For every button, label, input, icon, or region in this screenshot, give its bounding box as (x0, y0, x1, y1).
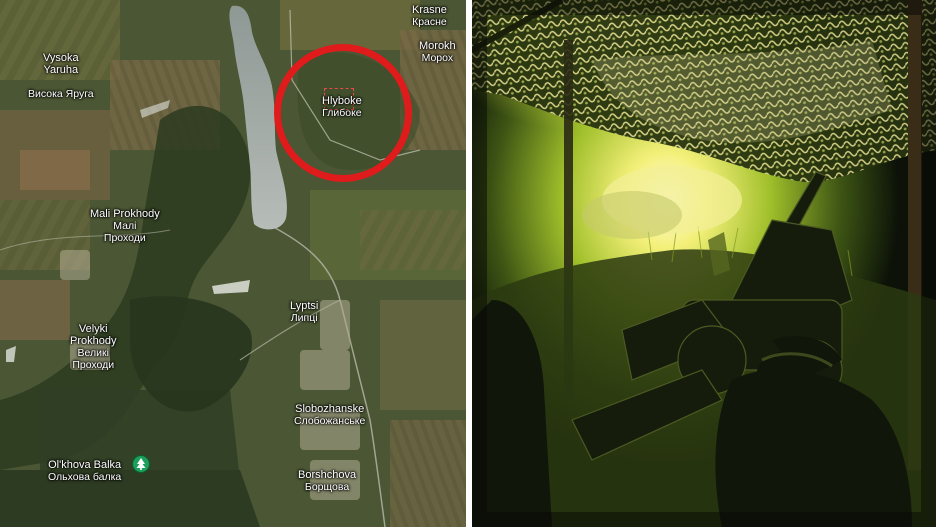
place-label-cyrillic: Глибоке (322, 107, 362, 119)
place-label-cyrillic: Ольхова балка (48, 471, 122, 483)
place-label-cyrillic: Липці (290, 312, 318, 324)
place-label-latin: Mali Prokhody (90, 208, 160, 220)
howitzer-firing-scene (472, 0, 936, 527)
place-olkhova-balka[interactable]: Ol'khova Balka Ольхова балка (48, 459, 121, 483)
place-label-latin: Slobozhanske (295, 403, 365, 415)
place-label-cyrillic: Висока Яруга (28, 88, 94, 100)
place-hlyboke[interactable]: Hlyboke Глибоке (322, 95, 362, 119)
place-lyptsi[interactable]: Lyptsi Липці (290, 300, 318, 324)
place-label-cyrillic: Красне (412, 16, 447, 28)
place-label-cyrillic: Морох (421, 52, 454, 64)
tree-icon[interactable] (133, 456, 149, 472)
place-morokhovets[interactable]: Morokh Морох (419, 40, 456, 64)
place-slobozhanske[interactable]: Slobozhanske Слобожанське (294, 403, 365, 427)
place-velyki-prokhody[interactable]: Velyki Prokhody Великі Проходи (70, 323, 116, 371)
place-label-latin: Hlyboke (322, 95, 362, 107)
place-label-latin: Vysoka Yaruha (42, 52, 79, 76)
artillery-photo (472, 0, 936, 527)
place-label-latin: Ol'khova Balka (48, 459, 122, 471)
place-krasne[interactable]: Krasne Красне (412, 4, 447, 28)
place-label-cyrillic: Борщова (304, 481, 350, 493)
place-mali-prokhody[interactable]: Mali Prokhody Малі Проходи (90, 208, 160, 244)
place-label-cyrillic: Слобожанське (294, 415, 366, 427)
place-borshchova[interactable]: Borshchova Борщова (298, 469, 356, 493)
place-label-latin: Morokh (419, 40, 456, 52)
place-label-latin: Lyptsi (290, 300, 319, 312)
place-label-cyrillic: Великі Проходи (72, 347, 115, 371)
place-label-cyrillic: Малі Проходи (103, 220, 146, 244)
place-vysoka-yaruha[interactable]: Vysoka Yaruha Висока Яруга (28, 40, 94, 112)
satellite-map[interactable]: Krasne Красне Vysoka Yaruha Висока Яруга… (0, 0, 466, 527)
place-label-latin: Krasne (412, 4, 447, 16)
place-label-latin: Velyki Prokhody (70, 323, 117, 347)
place-label-latin: Borshchova (298, 469, 357, 481)
